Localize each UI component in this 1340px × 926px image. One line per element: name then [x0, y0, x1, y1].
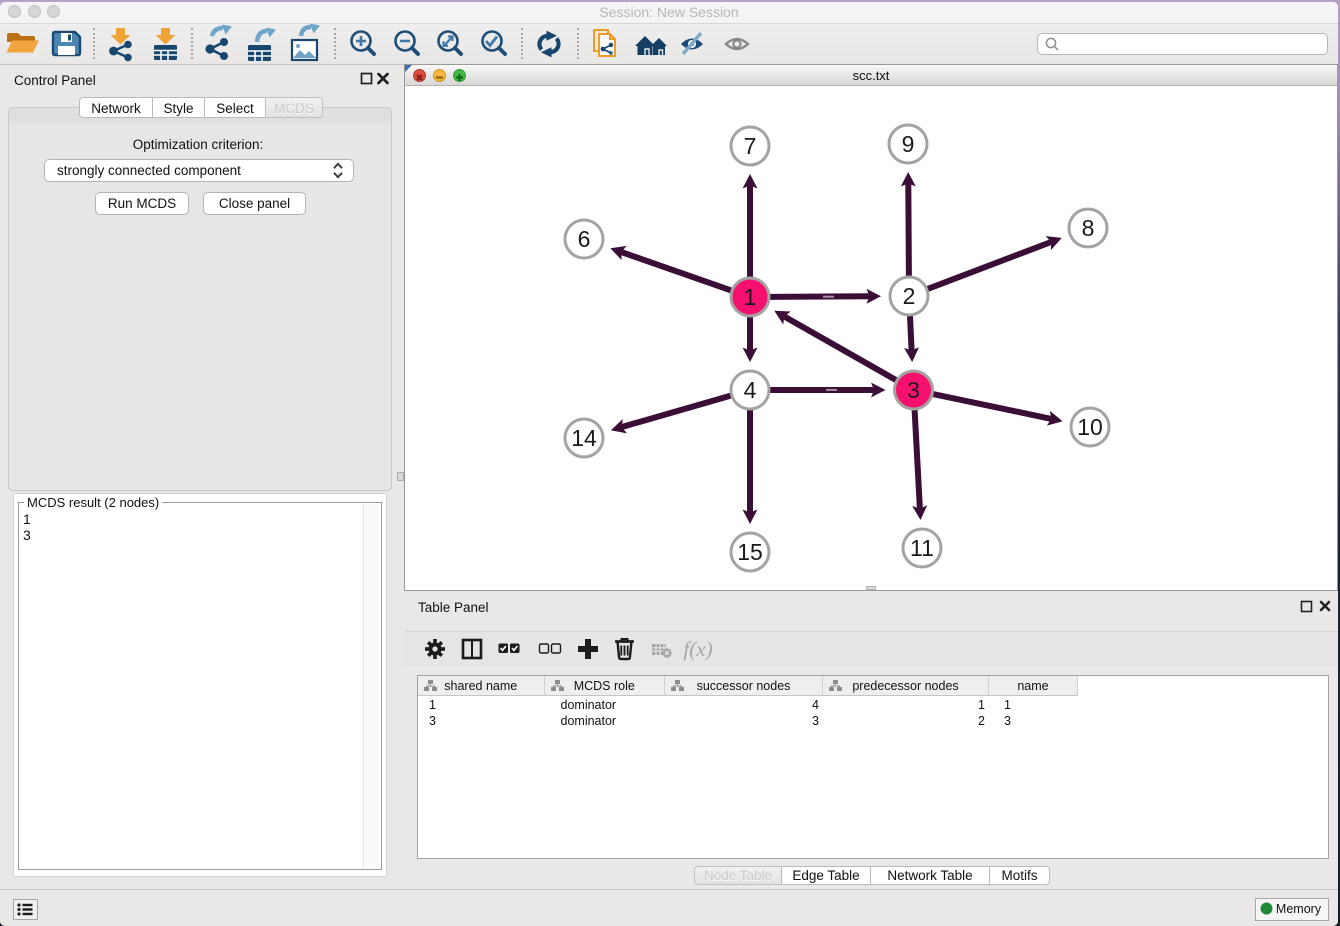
svg-text:3: 3 [907, 377, 920, 403]
svg-text:4: 4 [744, 377, 757, 403]
svg-text:1: 1 [744, 284, 757, 310]
svg-text:11: 11 [910, 535, 934, 561]
svg-text:10: 10 [1077, 414, 1103, 440]
svg-text:2: 2 [903, 283, 916, 309]
svg-text:7: 7 [744, 133, 757, 159]
svg-text:9: 9 [902, 131, 915, 157]
svg-text:15: 15 [737, 539, 763, 565]
svg-text:14: 14 [571, 425, 597, 451]
svg-text:6: 6 [578, 226, 591, 252]
svg-text:8: 8 [1082, 215, 1095, 241]
svg-text:f(x): f(x) [683, 637, 712, 661]
